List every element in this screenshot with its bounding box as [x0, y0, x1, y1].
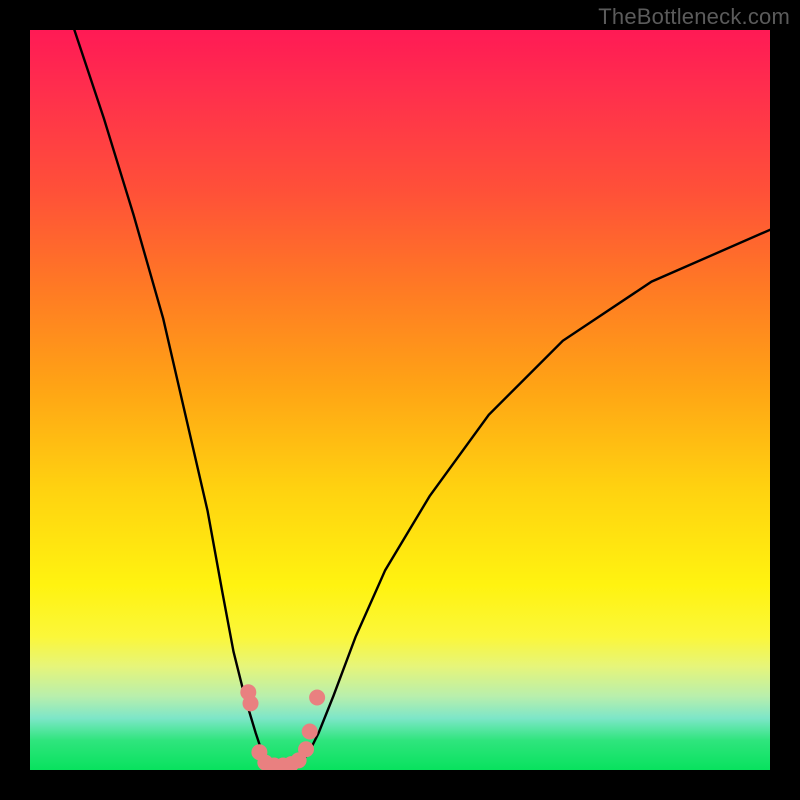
- data-marker: [298, 741, 314, 757]
- data-marker: [243, 695, 259, 711]
- plot-area: [30, 30, 770, 770]
- data-marker: [302, 724, 318, 740]
- curve-left-branch: [74, 30, 270, 764]
- watermark-text: TheBottleneck.com: [598, 4, 790, 30]
- curve-layer: [30, 30, 770, 770]
- curve-right-branch: [296, 230, 770, 764]
- outer-frame: TheBottleneck.com: [0, 0, 800, 800]
- data-marker: [309, 689, 325, 705]
